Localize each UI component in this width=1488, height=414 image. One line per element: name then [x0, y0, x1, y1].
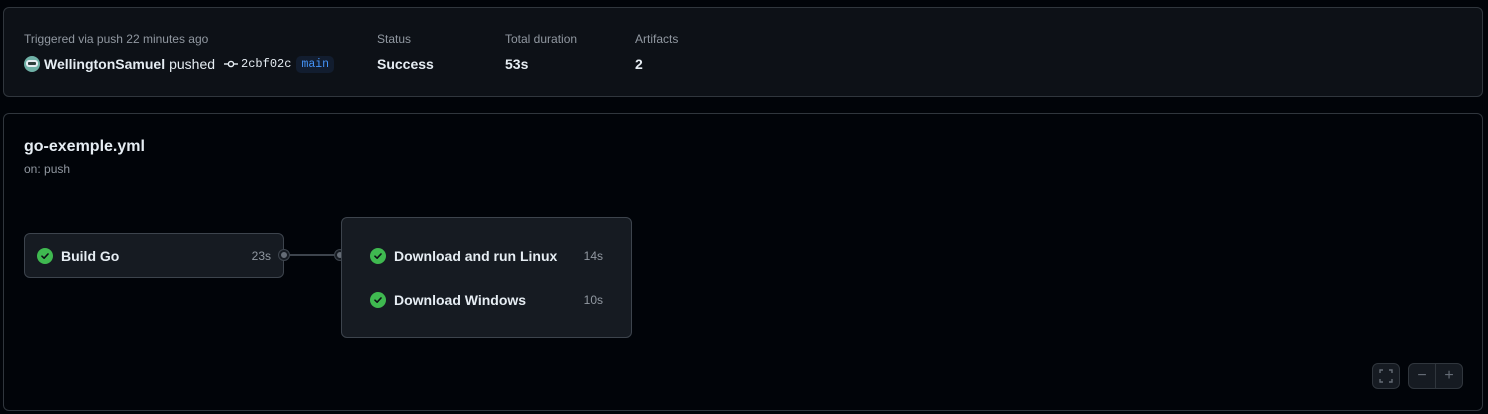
actor-row: WellingtonSamuel pushed 2cbf02c main: [24, 55, 335, 73]
workflow-name: go-exemple.yml: [24, 138, 145, 155]
job-download-and-run-linux[interactable]: Download and run Linux 14s: [342, 244, 631, 268]
action-text: pushed: [169, 56, 216, 72]
trigger-text: Triggered via push 22 minutes ago: [24, 32, 209, 46]
job-name: Build Go: [61, 248, 120, 264]
success-check-icon: [370, 248, 386, 264]
success-check-icon: [37, 248, 53, 264]
job-build-go[interactable]: Build Go 23s: [25, 244, 283, 268]
status-value: Success: [377, 56, 434, 72]
duration-value: 53s: [505, 56, 529, 72]
actor-link[interactable]: WellingtonSamuel: [44, 56, 165, 72]
avatar[interactable]: [24, 56, 40, 72]
fullscreen-icon: [1379, 369, 1393, 383]
connector-dot: [279, 250, 289, 260]
artifacts-value[interactable]: 2: [635, 56, 678, 72]
fullscreen-button[interactable]: [1372, 363, 1400, 389]
artifacts-section: Artifacts 2: [635, 31, 678, 72]
zoom-out-icon[interactable]: −: [1409, 364, 1435, 388]
workflow-trigger: on: push: [24, 162, 71, 176]
zoom-in-icon[interactable]: +: [1436, 364, 1462, 388]
job-duration: 14s: [583, 249, 603, 263]
status-section: Status Success: [377, 31, 434, 72]
status-label: Status: [377, 32, 412, 46]
job-download-windows[interactable]: Download Windows 10s: [342, 288, 631, 312]
job-duration: 10s: [583, 293, 603, 307]
success-check-icon: [370, 292, 386, 308]
branch-badge[interactable]: main: [296, 55, 335, 73]
job-connector-line: [285, 254, 341, 256]
job-name: Download and run Linux: [394, 248, 558, 264]
run-summary-panel: Triggered via push 22 minutes ago Wellin…: [3, 7, 1483, 97]
commit-sha-link[interactable]: 2cbf02c: [241, 57, 291, 71]
workflow-graph-panel: go-exemple.yml on: push Build Go 23s Dow…: [3, 113, 1483, 411]
trigger-section: Triggered via push 22 minutes ago Wellin…: [24, 31, 335, 73]
commit-icon: [224, 60, 239, 68]
duration-section: Total duration 53s: [505, 31, 577, 72]
duration-label: Total duration: [505, 32, 578, 46]
job-card-build-go[interactable]: Build Go 23s: [24, 233, 284, 278]
job-name: Download Windows: [394, 292, 527, 308]
zoom-controls: − +: [1408, 363, 1463, 389]
artifacts-label: Artifacts: [635, 32, 679, 46]
job-card-download-group: Download and run Linux 14s Download Wind…: [341, 217, 632, 338]
job-duration: 23s: [251, 249, 271, 263]
